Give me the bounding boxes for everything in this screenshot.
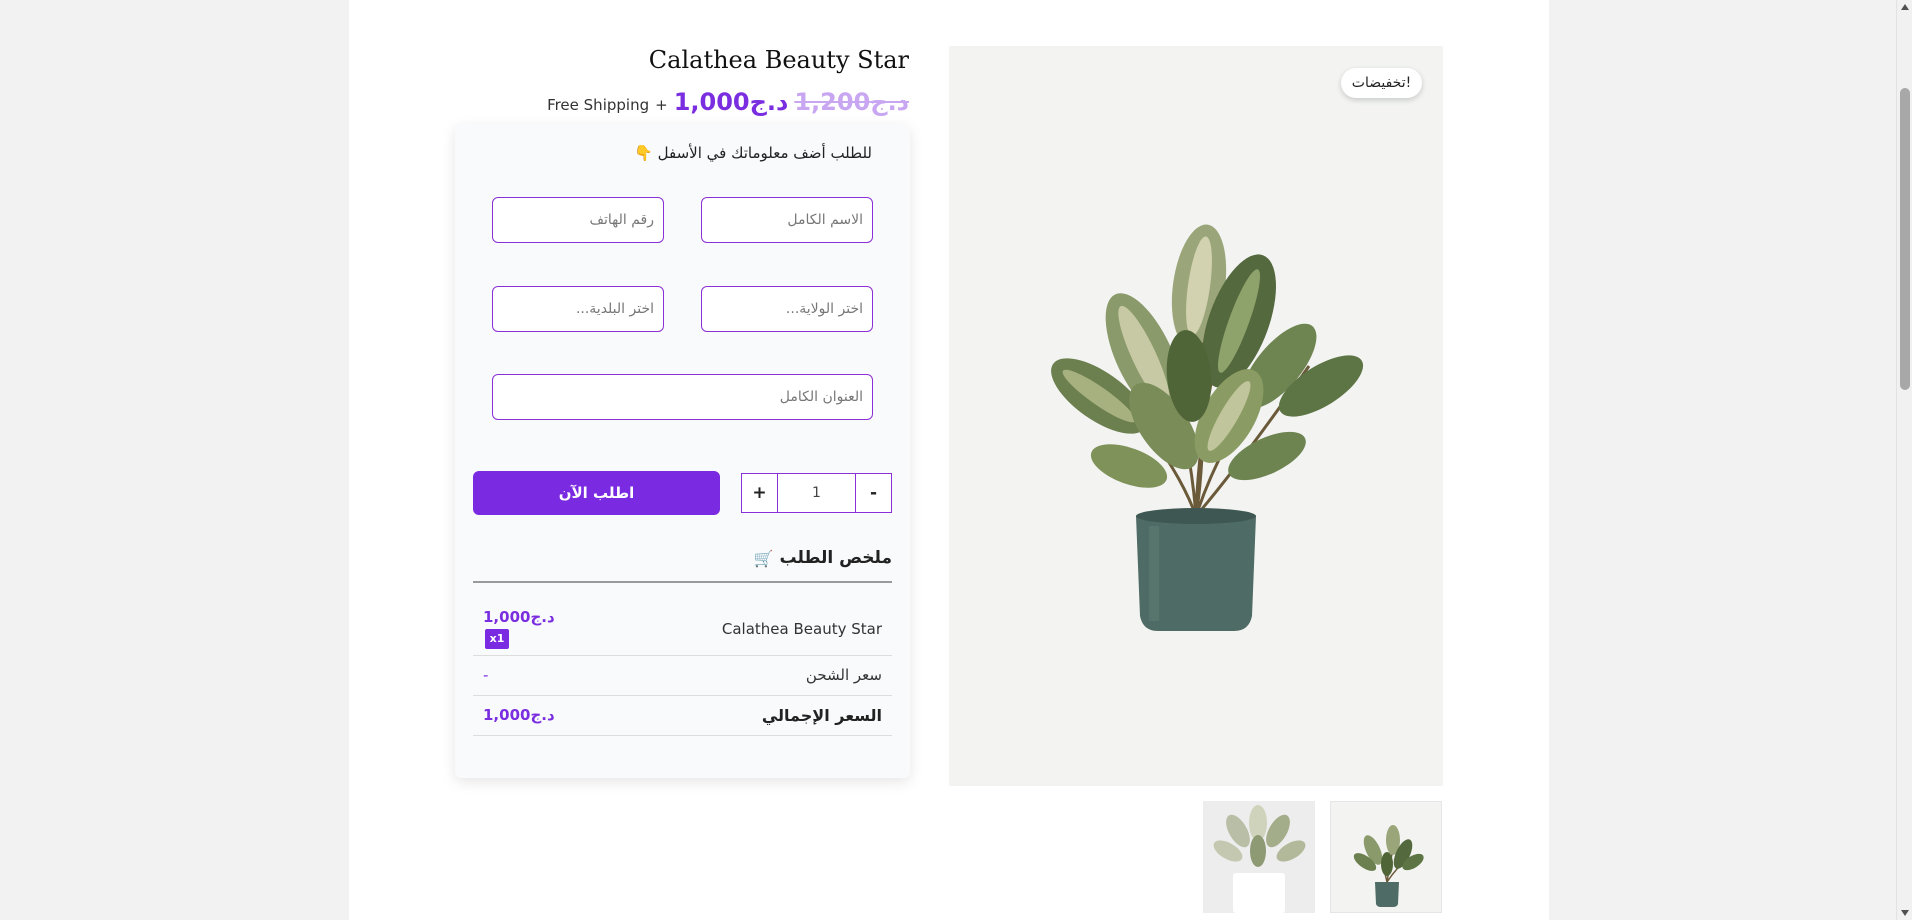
shipping-price-label: سعر الشحن <box>805 666 882 684</box>
quantity-increase-button[interactable]: + <box>742 474 778 512</box>
summary-shipping-row: سعر الشحن - <box>473 656 892 696</box>
current-price: 1,000د.ج <box>673 88 789 116</box>
summary-item-name: Calathea Beauty Star <box>721 620 882 638</box>
summary-title-text: ملخص الطلب <box>779 548 892 568</box>
scroll-up-arrow-icon[interactable] <box>1901 4 1909 10</box>
full-name-input[interactable] <box>701 197 873 243</box>
shipping-price-value: - <box>483 666 489 684</box>
thumbnail-1[interactable] <box>1330 801 1442 913</box>
summary-item-row: Calathea Beauty Star 1,000د.ج x1 <box>473 604 892 656</box>
order-summary-title: ملخص الطلب 🛒 <box>754 548 892 568</box>
summary-total-row: السعر الإجمالي 1,000د.ج <box>473 696 892 736</box>
order-form-card: للطلب أضف معلوماتك في الأسفل 👇 + - اطلب … <box>455 124 910 778</box>
scrollbar-thumb[interactable] <box>1900 88 1910 390</box>
plus-sign: + <box>655 96 668 114</box>
quantity-decrease-button[interactable]: - <box>855 474 891 512</box>
state-select[interactable] <box>701 286 873 332</box>
free-shipping-label: Free Shipping <box>547 96 650 114</box>
plant-thumbnail-icon <box>1353 825 1424 907</box>
city-select[interactable] <box>492 286 664 332</box>
total-price-value: 1,000د.ج <box>483 706 555 724</box>
quantity-input[interactable] <box>778 474 855 512</box>
item-quantity-badge: x1 <box>485 629 509 649</box>
sale-badge: تخفيضات! <box>1341 68 1422 98</box>
cart-icon: 🛒 <box>753 548 774 568</box>
form-heading: للطلب أضف معلوماتك في الأسفل 👇 <box>634 144 872 162</box>
total-price-label: السعر الإجمالي <box>761 706 882 725</box>
thumbnail-2[interactable] <box>1203 801 1315 913</box>
plant-illustration <box>1051 224 1364 631</box>
quantity-stepper: + - <box>741 473 892 513</box>
summary-item-price: 1,000د.ج <box>483 608 555 626</box>
page-scrollbar[interactable] <box>1896 0 1912 920</box>
scroll-down-arrow-icon[interactable] <box>1901 910 1909 916</box>
order-now-button[interactable]: اطلب الآن <box>473 471 720 515</box>
price-row: Free Shipping + 1,000د.ج 1,200د.ج <box>547 88 909 116</box>
plant-white-pot-icon <box>1213 805 1306 913</box>
address-input[interactable] <box>492 374 873 420</box>
product-title: Calathea Beauty Star <box>648 46 909 74</box>
product-main-image[interactable] <box>949 46 1443 786</box>
phone-input[interactable] <box>492 197 664 243</box>
summary-divider <box>473 581 892 583</box>
old-price: 1,200د.ج <box>794 88 909 116</box>
